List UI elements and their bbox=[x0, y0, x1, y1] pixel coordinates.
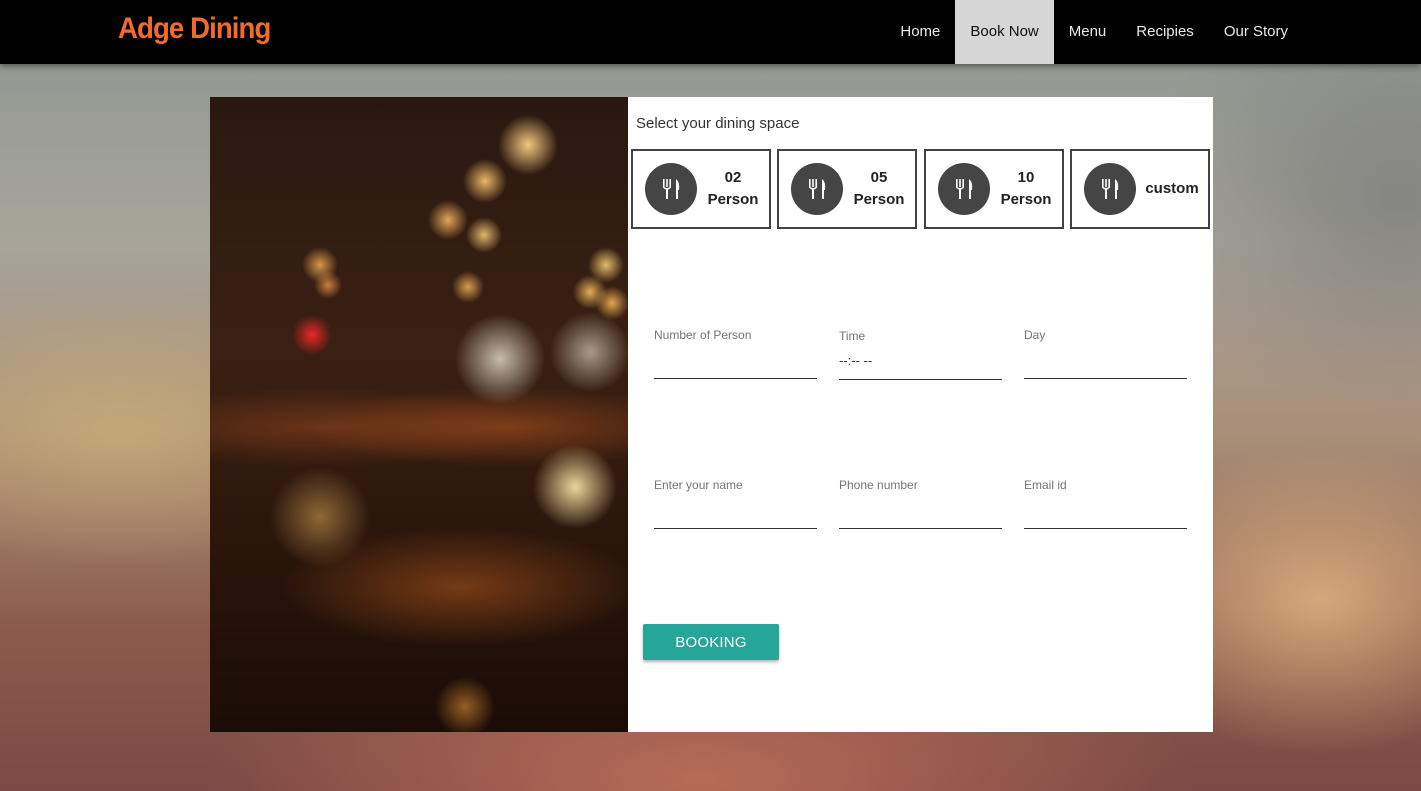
space-option-label: custom bbox=[1145, 180, 1199, 197]
space-option-02-person[interactable]: 02 Person bbox=[631, 149, 771, 229]
restaurant-photo bbox=[210, 97, 628, 732]
name-input[interactable] bbox=[654, 498, 817, 529]
nav-item-menu[interactable]: Menu bbox=[1054, 0, 1122, 64]
space-option-unit: Person bbox=[1000, 191, 1052, 208]
phone-field: Phone number bbox=[839, 478, 1002, 536]
time-field: Time --:-- -- bbox=[839, 329, 1002, 387]
space-option-unit: Person bbox=[707, 191, 759, 208]
email-input[interactable] bbox=[1024, 498, 1187, 529]
number-of-person-field: Number of Person bbox=[654, 328, 817, 386]
day-field: Day bbox=[1024, 328, 1187, 386]
space-option-count: 05 bbox=[870, 169, 888, 186]
number-of-person-label: Number of Person bbox=[654, 328, 752, 342]
space-option-unit: Person bbox=[853, 191, 905, 208]
space-option-count: 10 bbox=[1017, 169, 1035, 186]
fork-knife-icon bbox=[645, 163, 697, 215]
space-option-10-person[interactable]: 10 Person bbox=[924, 149, 1064, 229]
dining-space-title: Select your dining space bbox=[636, 115, 800, 132]
fork-knife-icon bbox=[791, 163, 843, 215]
name-label: Enter your name bbox=[654, 478, 743, 492]
booking-button[interactable]: BOOKING bbox=[643, 624, 779, 660]
space-option-custom[interactable]: custom bbox=[1070, 149, 1210, 229]
phone-input[interactable] bbox=[839, 498, 1002, 529]
nav-item-book-now[interactable]: Book Now bbox=[955, 0, 1054, 64]
space-option-05-person[interactable]: 05 Person bbox=[777, 149, 917, 229]
space-option-count: 02 bbox=[724, 169, 742, 186]
nav-item-home[interactable]: Home bbox=[885, 0, 955, 64]
phone-label: Phone number bbox=[839, 478, 918, 492]
time-input[interactable] bbox=[839, 349, 1002, 380]
email-field: Email id bbox=[1024, 478, 1187, 536]
day-input[interactable] bbox=[1024, 348, 1187, 379]
number-of-person-input[interactable] bbox=[654, 348, 817, 379]
name-field: Enter your name bbox=[654, 478, 817, 536]
brand-logo[interactable]: Adge Dining bbox=[118, 12, 271, 46]
booking-card: Select your dining space 02 Person 05 Pe… bbox=[210, 97, 1213, 732]
time-label: Time bbox=[839, 329, 866, 343]
fork-knife-icon bbox=[938, 163, 990, 215]
booking-form: Select your dining space 02 Person 05 Pe… bbox=[628, 97, 1213, 732]
nav-item-our-story[interactable]: Our Story bbox=[1209, 0, 1303, 64]
nav-item-recipies[interactable]: Recipies bbox=[1121, 0, 1209, 64]
fork-knife-icon bbox=[1084, 163, 1136, 215]
top-navbar: Adge Dining Home Book Now Menu Recipies … bbox=[0, 0, 1421, 64]
email-label: Email id bbox=[1024, 478, 1067, 492]
nav-menu: Home Book Now Menu Recipies Our Story bbox=[885, 0, 1303, 64]
day-label: Day bbox=[1024, 328, 1046, 342]
